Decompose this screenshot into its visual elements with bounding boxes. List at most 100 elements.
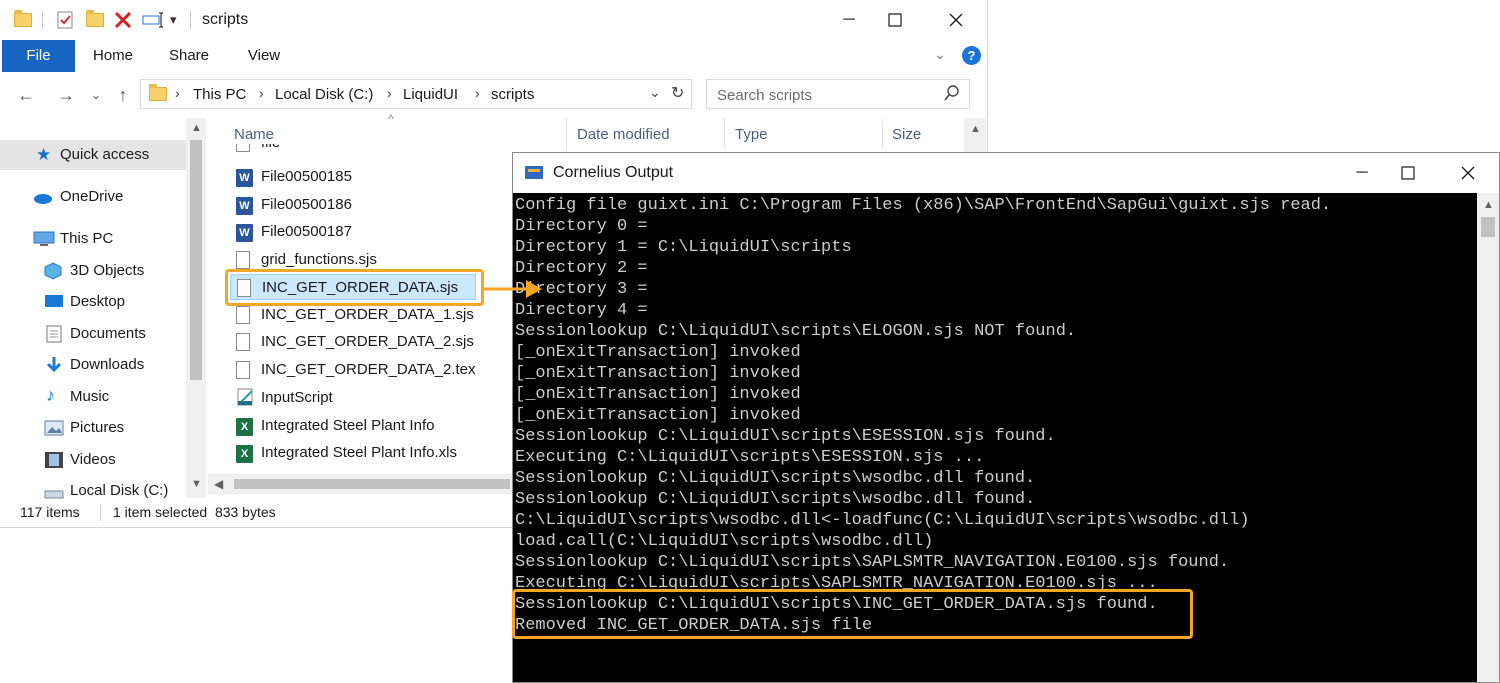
scroll-thumb[interactable] — [190, 140, 202, 380]
maximize-button[interactable] — [872, 0, 918, 40]
file-row[interactable]: INC_GET_ORDER_DATA_2.sjs — [230, 329, 510, 355]
nav-item-music[interactable]: ♪ Music — [0, 382, 186, 412]
video-icon — [44, 451, 64, 473]
column-date-modified[interactable]: Date modified — [577, 126, 670, 143]
excel-file-icon: X — [236, 444, 253, 463]
new-folder-icon[interactable] — [86, 0, 104, 40]
breadcrumb-liquidui[interactable]: LiquidUI — [403, 86, 458, 103]
close-button[interactable] — [933, 0, 979, 40]
script-file-icon — [236, 388, 254, 410]
minimize-button[interactable]: ─ — [1339, 153, 1385, 193]
file-list-scrollbar[interactable]: ▲ — [964, 118, 986, 154]
console-line: Directory 2 = — [515, 259, 648, 278]
scroll-thumb[interactable] — [1481, 217, 1495, 237]
nav-item-pictures[interactable]: Pictures — [0, 413, 186, 443]
tab-share[interactable]: Share — [160, 40, 218, 72]
console-line: Sessionlookup C:\LiquidUI\scripts\wsodbc… — [515, 469, 1036, 488]
nav-item-3d-objects[interactable]: 3D Objects — [0, 256, 186, 286]
word-file-icon: W — [236, 196, 253, 215]
console-line: Directory 0 = — [515, 217, 648, 236]
nav-item-videos[interactable]: Videos — [0, 445, 186, 475]
scroll-down-icon[interactable]: ▼ — [191, 478, 202, 490]
close-button[interactable] — [1445, 153, 1491, 193]
navigation-pane: ★ Quick access OneDrive This PC 3D Objec… — [0, 118, 208, 499]
console-line: [_onExitTransaction] invoked — [515, 406, 801, 425]
breadcrumb-local-disk[interactable]: Local Disk (C:) — [275, 86, 373, 103]
breadcrumb-this-pc[interactable]: This PC — [193, 86, 246, 103]
file-list-clipped-row: file — [230, 144, 510, 156]
console-scrollbar[interactable]: ▲ — [1477, 193, 1499, 682]
breadcrumb-scripts[interactable]: scripts — [491, 86, 534, 103]
address-dropdown-icon[interactable]: ⌄ — [649, 84, 661, 101]
scroll-up-icon[interactable]: ▲ — [970, 123, 981, 135]
refresh-icon[interactable]: ↻ — [671, 83, 684, 103]
star-icon: ★ — [36, 145, 52, 164]
horizontal-scrollbar[interactable]: ◀ — [208, 474, 514, 494]
console-title-bar: Cornelius Output ─ — [513, 153, 1499, 193]
back-arrow-icon[interactable]: ← — [12, 76, 40, 114]
minimize-button[interactable]: ─ — [826, 0, 872, 40]
recent-locations-icon[interactable]: ⌄ — [88, 76, 104, 114]
tab-file[interactable]: File — [2, 40, 75, 72]
selection-info: 1 item selected 833 bytes — [113, 504, 276, 520]
console-line: [_onExitTransaction] invoked — [515, 343, 801, 362]
window-title: scripts — [202, 11, 249, 28]
file-row[interactable]: InputScript — [230, 385, 510, 411]
sort-ascending-icon: ^ — [388, 112, 394, 126]
navigation-scrollbar[interactable]: ▲ ▼ — [186, 118, 206, 498]
file-row[interactable]: file — [230, 144, 510, 156]
properties-icon[interactable] — [55, 0, 75, 40]
forward-arrow-icon[interactable]: → — [52, 76, 80, 114]
column-size[interactable]: Size — [892, 126, 921, 143]
scroll-up-icon[interactable]: ▲ — [1483, 199, 1494, 211]
word-file-icon: W — [236, 168, 253, 187]
scroll-thumb[interactable] — [234, 479, 510, 489]
tab-view[interactable]: View — [236, 40, 292, 72]
rename-icon[interactable] — [142, 0, 164, 40]
console-title: Cornelius Output — [553, 164, 674, 181]
scroll-up-icon[interactable]: ▲ — [191, 122, 202, 134]
help-icon[interactable]: ? — [962, 46, 981, 65]
music-icon: ♪ — [46, 385, 55, 405]
file-row[interactable]: X Integrated Steel Plant Info — [230, 413, 510, 439]
console-line: Sessionlookup C:\LiquidUI\scripts\ELOGON… — [515, 322, 1077, 341]
search-input[interactable] — [707, 80, 944, 110]
nav-item-downloads[interactable]: Downloads — [0, 350, 186, 380]
console-line: Config file guixt.ini C:\Program Files (… — [515, 196, 1332, 215]
cloud-icon — [33, 191, 53, 208]
search-icon[interactable] — [943, 84, 961, 107]
console-line: Directory 1 = C:\LiquidUI\scripts — [515, 238, 852, 257]
maximize-button[interactable] — [1385, 153, 1431, 193]
column-name[interactable]: Name — [234, 126, 274, 143]
download-icon — [44, 355, 64, 379]
word-file-icon: W — [236, 223, 253, 242]
console-line: Executing C:\LiquidUI\scripts\ESESSION.s… — [515, 448, 985, 467]
file-row[interactable]: X Integrated Steel Plant Info.xls — [230, 440, 510, 466]
address-bar[interactable]: › This PC › Local Disk (C:) › LiquidUI ›… — [140, 79, 692, 109]
folder-icon — [149, 84, 167, 106]
file-row[interactable]: INC_GET_ORDER_DATA_2.tex — [230, 357, 510, 383]
tab-home[interactable]: Home — [84, 40, 142, 72]
nav-item-documents[interactable]: Documents — [0, 319, 186, 349]
column-type[interactable]: Type — [735, 126, 768, 143]
ribbon-tabs: File Home Share View ⌄ — [0, 40, 987, 72]
nav-item-onedrive[interactable]: OneDrive — [0, 182, 186, 212]
nav-item-this-pc[interactable]: This PC — [0, 224, 186, 254]
file-row[interactable]: W File00500187 — [230, 219, 510, 245]
up-arrow-icon[interactable]: ↑ — [110, 76, 136, 114]
expand-ribbon-icon[interactable]: ⌄ — [934, 46, 946, 63]
console-line: load.call(C:\LiquidUI\scripts\wsodbc.dll… — [515, 532, 934, 551]
console-line: Sessionlookup C:\LiquidUI\scripts\SAPLSM… — [515, 553, 1230, 572]
console-line: Directory 4 = — [515, 301, 648, 320]
customize-toolbar-icon[interactable]: ▾ — [170, 0, 177, 40]
delete-icon[interactable] — [114, 0, 132, 40]
file-row[interactable]: W File00500185 — [230, 164, 510, 190]
scroll-left-icon[interactable]: ◀ — [214, 477, 223, 491]
file-icon — [236, 144, 250, 156]
cube-icon — [44, 262, 62, 284]
nav-item-desktop[interactable]: Desktop — [0, 287, 186, 317]
desktop-icon — [44, 294, 64, 314]
file-icon — [236, 306, 250, 328]
nav-item-quick-access[interactable]: ★ Quick access — [0, 140, 186, 170]
file-row[interactable]: W File00500186 — [230, 192, 510, 218]
